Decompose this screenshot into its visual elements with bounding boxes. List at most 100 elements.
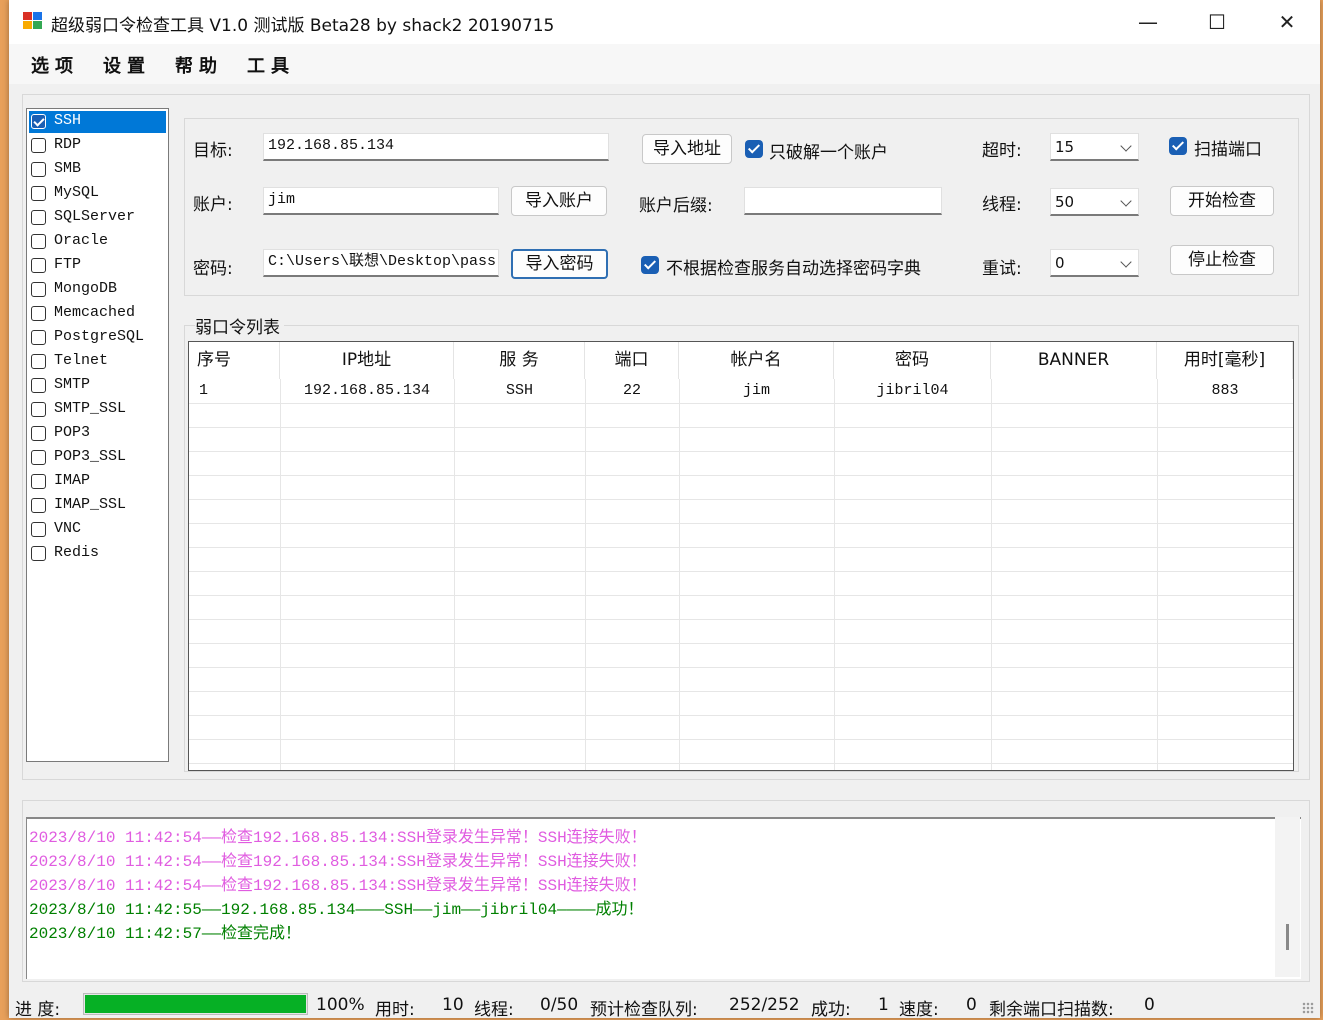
retry-select[interactable]: 0 bbox=[1050, 249, 1139, 277]
app-icon bbox=[23, 12, 42, 29]
success-label: 成功: bbox=[811, 1000, 851, 1020]
password-file-input[interactable]: C:\Users\联想\Desktop\pass bbox=[263, 249, 499, 277]
threads-status-value: 0/50 bbox=[540, 995, 579, 1015]
grid-column-line bbox=[991, 379, 992, 770]
log-line: 2023/8/10 11:42:54——检查192.168.85.134:SSH… bbox=[29, 853, 647, 871]
menu-options[interactable]: 选项 bbox=[31, 52, 79, 78]
maximize-button[interactable]: ☐ bbox=[1187, 4, 1247, 40]
service-checkbox[interactable] bbox=[31, 114, 46, 129]
service-item-telnet[interactable]: Telnet bbox=[29, 351, 166, 373]
service-checkbox[interactable] bbox=[31, 258, 46, 273]
service-checkbox[interactable] bbox=[31, 210, 46, 225]
service-item-smb[interactable]: SMB bbox=[29, 159, 166, 181]
service-checkbox[interactable] bbox=[31, 282, 46, 297]
service-item-ftp[interactable]: FTP bbox=[29, 255, 166, 277]
column-header[interactable]: 序号 bbox=[189, 342, 280, 379]
column-header[interactable]: IP地址 bbox=[280, 342, 454, 379]
grid-row-line bbox=[189, 403, 1293, 404]
scan-port-checkbox[interactable] bbox=[1169, 137, 1187, 155]
grid-column-line bbox=[1157, 379, 1158, 770]
minimize-icon: — bbox=[1138, 10, 1158, 34]
speed-label: 速度: bbox=[899, 1000, 939, 1020]
account-input[interactable]: jim bbox=[263, 187, 499, 215]
only-one-account-checkbox[interactable] bbox=[745, 140, 763, 158]
progress-bar bbox=[83, 993, 308, 1015]
column-header[interactable]: 帐户名 bbox=[679, 342, 834, 379]
no-auto-dict-checkbox[interactable] bbox=[641, 256, 659, 274]
grid-row-line bbox=[189, 427, 1293, 428]
service-item-redis[interactable]: Redis bbox=[29, 543, 166, 565]
service-checkbox[interactable] bbox=[31, 402, 46, 417]
service-item-smtp[interactable]: SMTP bbox=[29, 375, 166, 397]
column-header[interactable]: 端口 bbox=[585, 342, 679, 379]
service-label: PostgreSQL bbox=[54, 328, 145, 345]
grid-row-line bbox=[189, 451, 1293, 452]
menu-settings[interactable]: 设置 bbox=[103, 52, 151, 78]
status-bar: 进 度: 100% 用时: 10 线程: 0/50 预计检查队列: 252/25… bbox=[9, 990, 1320, 1020]
service-item-rdp[interactable]: RDP bbox=[29, 135, 166, 157]
import-password-button[interactable]: 导入密码 bbox=[511, 249, 608, 279]
column-header[interactable]: 服 务 bbox=[454, 342, 585, 379]
service-checkbox[interactable] bbox=[31, 234, 46, 249]
service-checkbox[interactable] bbox=[31, 354, 46, 369]
service-item-sqlserver[interactable]: SQLServer bbox=[29, 207, 166, 229]
account-suffix-input[interactable] bbox=[744, 187, 942, 215]
menu-tools[interactable]: 工具 bbox=[247, 52, 295, 78]
title-bar[interactable]: 超级弱口令检查工具 V1.0 测试版 Beta28 by shack2 2019… bbox=[9, 0, 1320, 44]
log-line: 2023/8/10 11:42:54——检查192.168.85.134:SSH… bbox=[29, 877, 647, 895]
service-label: SSH bbox=[54, 112, 82, 129]
service-item-imap_ssl[interactable]: IMAP_SSL bbox=[29, 495, 166, 517]
service-checkbox[interactable] bbox=[31, 546, 46, 561]
service-item-memcached[interactable]: Memcached bbox=[29, 303, 166, 325]
service-checkbox[interactable] bbox=[31, 426, 46, 441]
service-checkbox[interactable] bbox=[31, 474, 46, 489]
service-item-oracle[interactable]: Oracle bbox=[29, 231, 166, 253]
timeout-select[interactable]: 15 bbox=[1050, 133, 1139, 161]
service-item-postgresql[interactable]: PostgreSQL bbox=[29, 327, 166, 349]
remaining-scan-value: 0 bbox=[1144, 995, 1155, 1015]
results-grid[interactable]: 序号 IP地址服 务端口 帐户名 密码 BANNER 用时[毫秒] 1 192.168.85.… bbox=[188, 341, 1294, 771]
service-checkbox[interactable] bbox=[31, 330, 46, 345]
time-label: 用时: bbox=[375, 1000, 415, 1020]
resize-grip-icon[interactable] bbox=[1302, 1002, 1314, 1014]
service-item-ssh[interactable]: SSH bbox=[29, 111, 166, 133]
log-panel[interactable]: 2023/8/10 11:42:54——检查192.168.85.134:SSH… bbox=[26, 817, 1301, 979]
service-item-pop3[interactable]: POP3 bbox=[29, 423, 166, 445]
column-header[interactable]: 用时[毫秒] bbox=[1157, 342, 1293, 379]
service-checkbox[interactable] bbox=[31, 498, 46, 513]
target-input[interactable]: 192.168.85.134 bbox=[263, 133, 609, 161]
menu-help[interactable]: 帮助 bbox=[175, 52, 223, 78]
service-item-pop3_ssl[interactable]: POP3_SSL bbox=[29, 447, 166, 469]
close-button[interactable]: ✕ bbox=[1257, 4, 1317, 40]
service-item-vnc[interactable]: VNC bbox=[29, 519, 166, 541]
import-account-button[interactable]: 导入账户 bbox=[511, 186, 607, 216]
service-label: SMTP bbox=[54, 376, 91, 393]
service-label: IMAP bbox=[54, 472, 91, 489]
threads-select[interactable]: 50 bbox=[1050, 188, 1139, 216]
service-checkbox[interactable] bbox=[31, 138, 46, 153]
main-window: 超级弱口令检查工具 V1.0 测试版 Beta28 by shack2 2019… bbox=[9, 0, 1320, 1020]
table-cell: jibril04 bbox=[876, 382, 949, 399]
service-item-imap[interactable]: IMAP bbox=[29, 471, 166, 493]
log-scroll-thumb[interactable] bbox=[1286, 924, 1289, 950]
service-item-mysql[interactable]: MySQL bbox=[29, 183, 166, 205]
threads-label: 线程: bbox=[982, 195, 1022, 215]
import-address-button[interactable]: 导入地址 bbox=[642, 134, 732, 164]
grid-row-line bbox=[189, 715, 1293, 716]
start-check-button[interactable]: 开始检查 bbox=[1170, 186, 1274, 216]
service-checkbox[interactable] bbox=[31, 162, 46, 177]
service-checkbox[interactable] bbox=[31, 306, 46, 321]
service-list[interactable]: SSH RDP SMB MySQL SQLServer Oracle FTP MongoDB M… bbox=[26, 108, 169, 762]
service-checkbox[interactable] bbox=[31, 450, 46, 465]
service-checkbox[interactable] bbox=[31, 378, 46, 393]
service-label: SQLServer bbox=[54, 208, 136, 225]
column-header[interactable]: 密码 bbox=[834, 342, 991, 379]
service-item-smtp_ssl[interactable]: SMTP_SSL bbox=[29, 399, 166, 421]
stop-check-button[interactable]: 停止检查 bbox=[1170, 245, 1274, 275]
log-scrollbar[interactable] bbox=[1275, 817, 1300, 977]
minimize-button[interactable]: — bbox=[1118, 4, 1178, 40]
service-checkbox[interactable] bbox=[31, 186, 46, 201]
column-header[interactable]: BANNER bbox=[991, 342, 1157, 379]
service-item-mongodb[interactable]: MongoDB bbox=[29, 279, 166, 301]
service-checkbox[interactable] bbox=[31, 522, 46, 537]
